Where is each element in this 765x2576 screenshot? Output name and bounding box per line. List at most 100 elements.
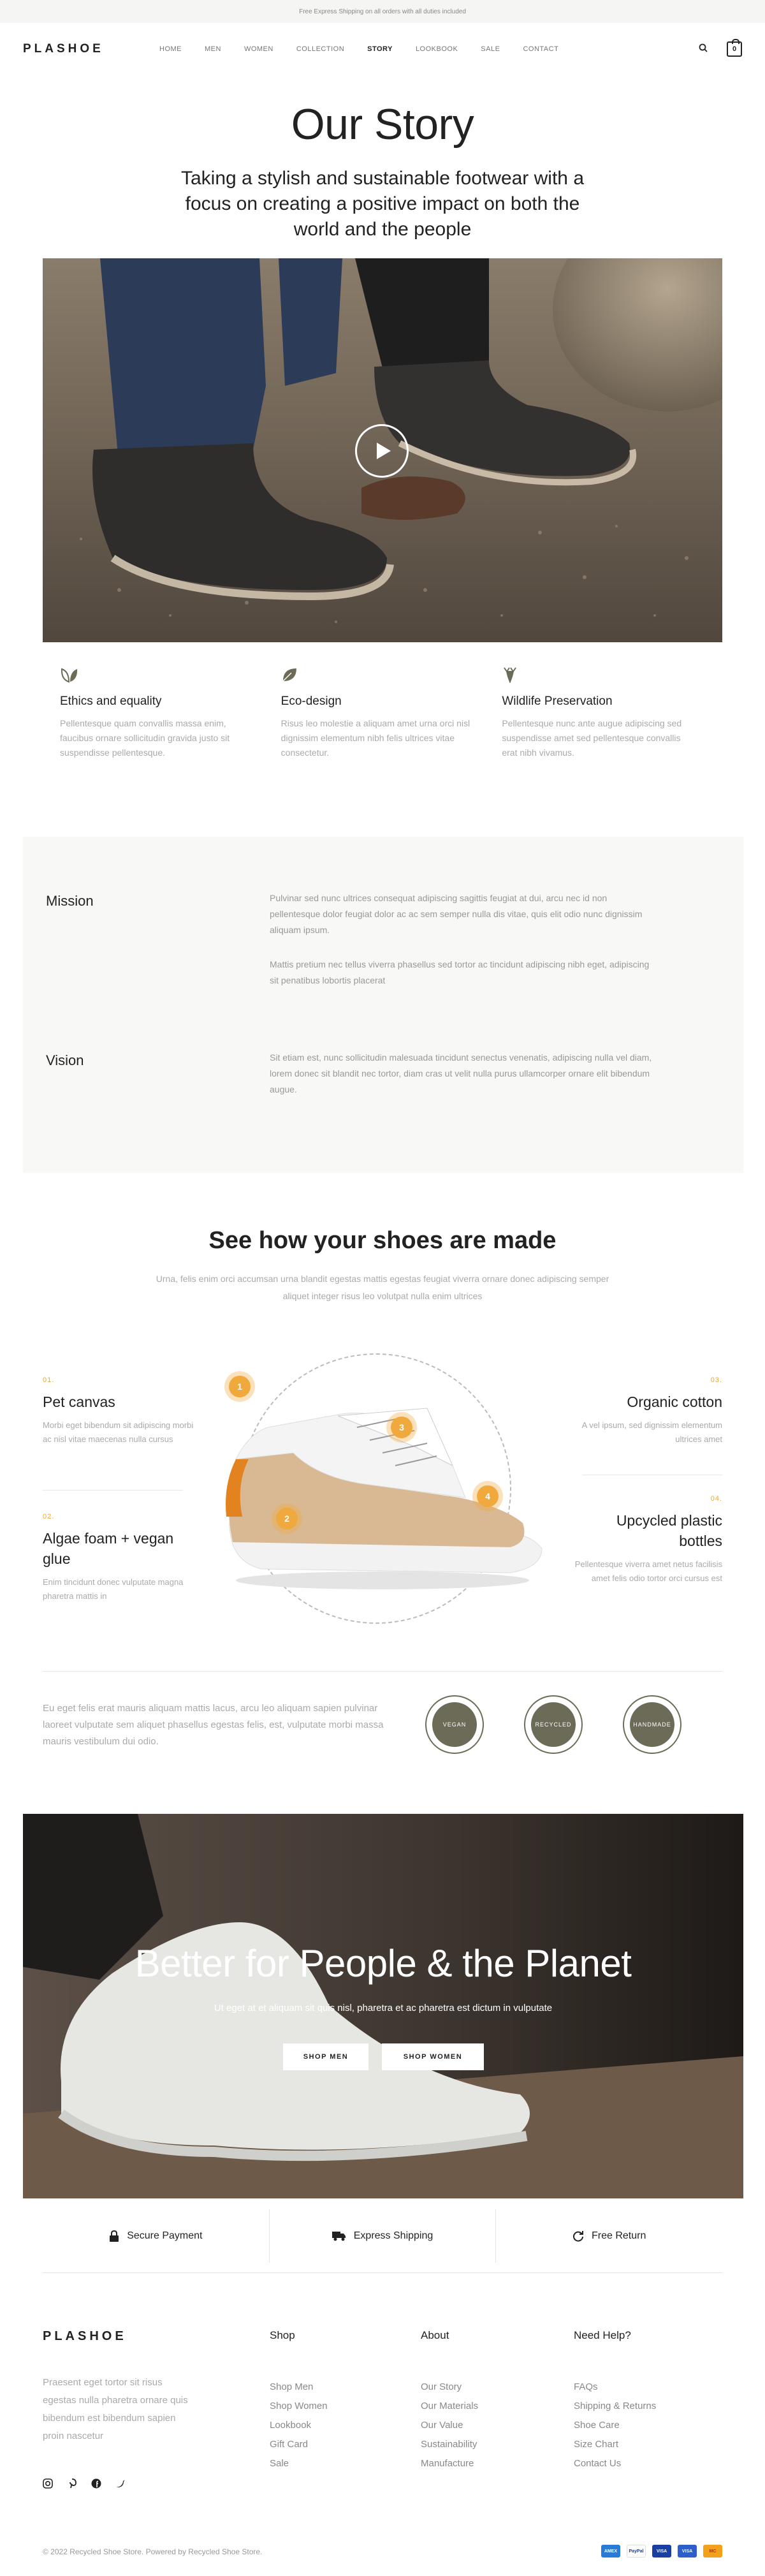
footer-link[interactable]: Contact Us [574,2454,656,2473]
sneaker-image [226,1408,543,1589]
leaf-icon [281,666,502,683]
footer-shop-column: Shop Shop Men Shop Women Lookbook Gift C… [270,2329,328,2473]
footer-link[interactable]: Shop Women [270,2397,328,2416]
visa-electron-icon: VISA [678,2545,697,2558]
pinterest-icon[interactable] [67,2478,77,2489]
mission-text-2: Mattis pretium nec tellus viverra phasel… [270,959,650,985]
feature-text: Pellentesque nunc ante augue adipiscing … [502,718,682,758]
lock-icon [110,2230,119,2242]
footer-link[interactable]: Our Story [421,2378,478,2397]
feature-title: Wildlife Preservation [502,695,613,708]
banner-subtitle: Ut eget at et aliquam sit quis nisl, pha… [214,2003,553,2013]
material-text: Enim tincidunt donec vulputate magna pha… [43,1577,184,1601]
material-item: 01. Pet canvas Morbi eget bibendum sit a… [43,1376,196,1446]
vegan-badge-label: VEGAN [432,1702,477,1747]
material-text: Morbi eget bibendum sit adipiscing morbi… [43,1420,194,1444]
material-title: Upcycled plastic bottles [616,1512,722,1549]
footer-about-column: About Our Story Our Materials Our Value … [421,2329,478,2473]
footer-link[interactable]: Our Materials [421,2397,478,2416]
footer-link[interactable]: Shop Men [270,2378,328,2397]
perk-item: Secure Payment [43,2209,269,2263]
vegan-badge: VEGAN [425,1695,484,1754]
material-item: 04. Upcycled plastic bottles Pellentesqu… [569,1495,722,1586]
recycled-badge: RECYCLED [524,1695,583,1754]
nav-contact[interactable]: CONTACT [523,45,558,53]
nav-collection[interactable]: COLLECTION [296,45,344,53]
mission-label: Mission [46,893,94,909]
nav-lookbook[interactable]: LOOKBOOK [416,45,458,53]
footer-help-column: Need Help? FAQs Shipping & Returns Shoe … [574,2329,656,2473]
feature-list: Ethics and equality Pellentesque quam co… [60,666,723,760]
material-number: 03. [710,1376,722,1384]
truck-icon [332,2232,346,2241]
paypal-icon: PayPal [627,2545,646,2558]
nav-story[interactable]: STORY [367,45,393,53]
feature-item: Ethics and equality Pellentesque quam co… [60,666,281,760]
nav-sale[interactable]: SALE [481,45,500,53]
facebook-icon[interactable] [91,2478,101,2489]
hotspot-1[interactable]: 1 [229,1376,251,1397]
nav-home[interactable]: HOME [159,45,182,53]
mission-text: Pulvinar sed nunc ultrices consequat adi… [270,893,643,935]
twitter-icon[interactable] [115,2478,126,2489]
play-button[interactable] [355,424,409,478]
hotspot-3[interactable]: 3 [391,1417,412,1438]
material-number: 04. [710,1495,722,1503]
cart-icon[interactable]: 0 [727,39,742,57]
cart-count: 0 [732,45,737,53]
shop-women-button[interactable]: SHOP WOMEN [382,2043,484,2070]
perk-label: Secure Payment [127,2230,203,2241]
leaf-pair-icon [60,666,281,683]
footer-link[interactable]: Gift Card [270,2435,328,2454]
material-text: Pellentesque viverra amet netus facilisi… [574,1559,722,1583]
announcement-text: Free Express Shipping on all orders with… [299,8,466,15]
perk-label: Free Return [591,2230,646,2241]
search-icon[interactable] [699,43,708,55]
section-subtitle: Urna, felis enim orci accumsan urna blan… [156,1274,609,1301]
promo-banner: Better for People & the Planet Ut eget a… [23,1814,743,2198]
footer-link[interactable]: Manufacture [421,2454,478,2473]
footer-link[interactable]: Shoe Care [574,2416,656,2435]
hotspot-2[interactable]: 2 [276,1508,298,1529]
footer-link[interactable]: Size Chart [574,2435,656,2454]
perks-bar: Secure Payment Express Shipping Free Ret… [43,2209,722,2263]
handmade-badge: HANDMADE [623,1695,681,1754]
vision-text: Sit etiam est, nunc sollicitudin malesua… [270,1052,652,1094]
recycled-badge-label: RECYCLED [531,1702,576,1747]
perk-item: Free Return [495,2209,722,2263]
footer-column-title: About [421,2329,449,2341]
material-text: A vel ipsum, sed dignissim elementum ult… [581,1420,722,1444]
material-title: Pet canvas [43,1394,115,1410]
page-subtitle: Taking a stylish and sustainable footwea… [180,168,585,240]
footer-link[interactable]: Lookbook [270,2416,328,2435]
play-icon [377,443,391,459]
footer-link[interactable]: Our Value [421,2416,478,2435]
footer-link[interactable]: Sustainability [421,2435,478,2454]
site-logo[interactable]: PLASHOE [23,42,104,56]
page: Free Express Shipping on all orders with… [0,0,765,2576]
feature-text: Risus leo molestie a aliquam amet urna o… [280,718,470,758]
nav-men[interactable]: MEN [205,45,221,53]
footer-logo[interactable]: PLASHOE [43,2329,127,2344]
page-title: Our Story [291,100,474,149]
hotspot-4[interactable]: 4 [477,1485,499,1507]
story-video[interactable] [43,258,722,642]
footer-link[interactable]: FAQs [574,2378,656,2397]
material-title: Organic cotton [627,1394,722,1410]
main-nav: HOME MEN WOMEN COLLECTION STORY LOOKBOOK… [159,23,558,75]
material-item: 02. Algae foam + vegan glue Enim tincidu… [43,1513,196,1603]
amex-icon: AMEX [601,2545,620,2558]
divider [43,1671,722,1672]
instagram-icon[interactable] [43,2478,53,2489]
handmade-badge-label: HANDMADE [630,1702,674,1747]
footer-link[interactable]: Sale [270,2454,328,2473]
footer-link[interactable]: Shipping & Returns [574,2397,656,2416]
header-actions: 0 [699,39,742,57]
material-title: Algae foam + vegan glue [43,1530,174,1567]
section-title: See how your shoes are made [208,1227,557,1254]
shop-men-button[interactable]: SHOP MEN [283,2043,368,2070]
feature-item: Eco-design Risus leo molestie a aliquam … [281,666,502,760]
mission-vision-section: Mission Pulvinar sed nunc ultrices conse… [23,837,743,1173]
social-links [43,2478,126,2489]
nav-women[interactable]: WOMEN [244,45,273,53]
